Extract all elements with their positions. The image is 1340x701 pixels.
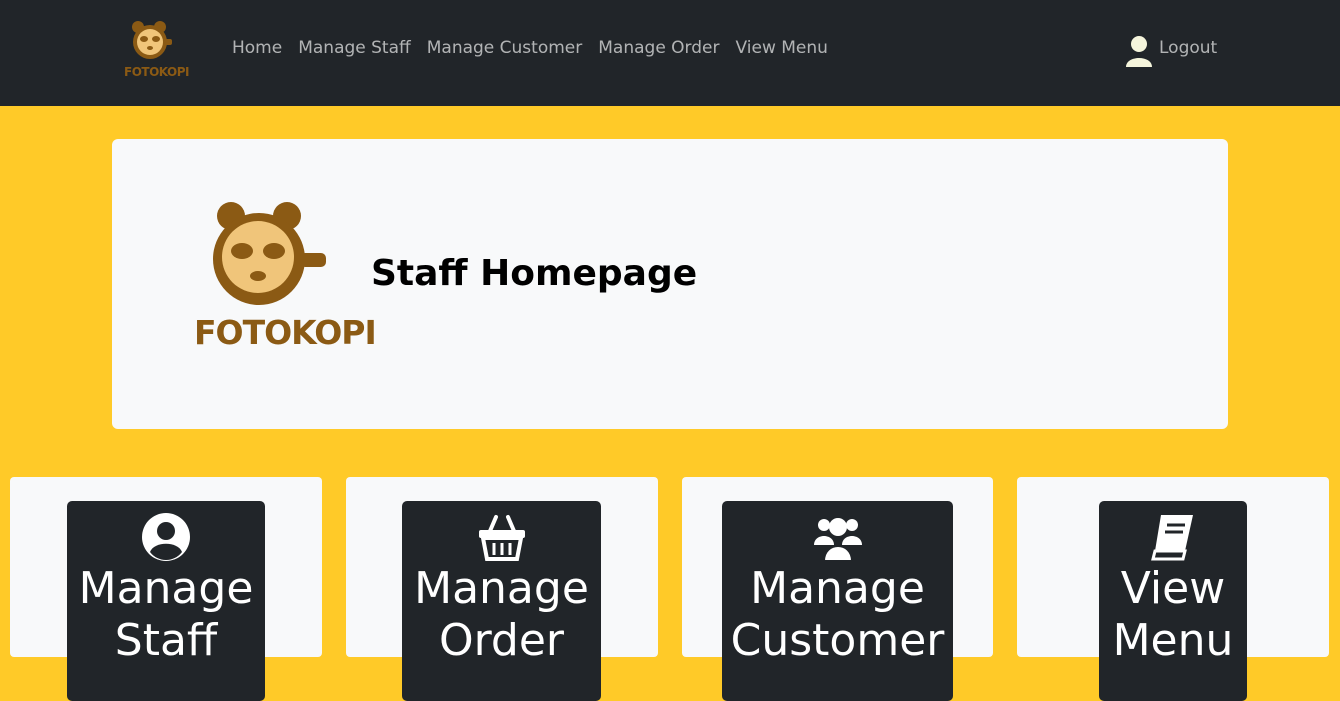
- user-icon: [1126, 36, 1152, 67]
- logout-label: Logout: [1159, 38, 1218, 58]
- logout-button[interactable]: Logout: [1126, 35, 1217, 67]
- card-manage-customer: Manage Customer: [682, 477, 993, 701]
- shopping-basket-icon: [478, 515, 525, 561]
- manage-order-label: Manage Order: [414, 563, 589, 666]
- card-manage-order: Manage Order: [346, 477, 658, 701]
- nav-link-manage-customer[interactable]: Manage Customer: [419, 38, 591, 58]
- hero-logo: FOTOKOPI: [192, 199, 377, 359]
- view-menu-label: View Menu: [1112, 563, 1234, 666]
- manage-staff-label: Manage Staff: [78, 563, 254, 666]
- brand-name: FOTOKOPI: [124, 65, 190, 79]
- book-icon: [1151, 515, 1193, 561]
- brand-logo[interactable]: FOTOKOPI: [124, 17, 190, 83]
- nav-links: Home Manage Staff Manage Customer Manage…: [224, 38, 836, 58]
- manage-order-button[interactable]: Manage Order: [402, 501, 601, 701]
- hero-brand-name: FOTOKOPI: [194, 313, 377, 352]
- page-title: Staff Homepage: [371, 253, 698, 294]
- card-view-menu: View Menu: [1017, 477, 1329, 701]
- navbar: FOTOKOPI Home Manage Staff Manage Custom…: [0, 0, 1340, 106]
- manage-customer-label: Manage Customer: [730, 563, 945, 666]
- nav-link-manage-order[interactable]: Manage Order: [590, 38, 727, 58]
- user-circle-icon: [142, 513, 190, 561]
- hero-panel: FOTOKOPI Staff Homepage: [112, 139, 1228, 429]
- nav-link-view-menu[interactable]: View Menu: [728, 38, 836, 58]
- users-icon: [813, 518, 862, 562]
- nav-link-home[interactable]: Home: [224, 38, 290, 58]
- card-manage-staff: Manage Staff: [10, 477, 322, 701]
- manage-staff-button[interactable]: Manage Staff: [67, 501, 265, 701]
- manage-customer-button[interactable]: Manage Customer: [722, 501, 953, 701]
- view-menu-button[interactable]: View Menu: [1099, 501, 1247, 701]
- nav-link-manage-staff[interactable]: Manage Staff: [290, 38, 419, 58]
